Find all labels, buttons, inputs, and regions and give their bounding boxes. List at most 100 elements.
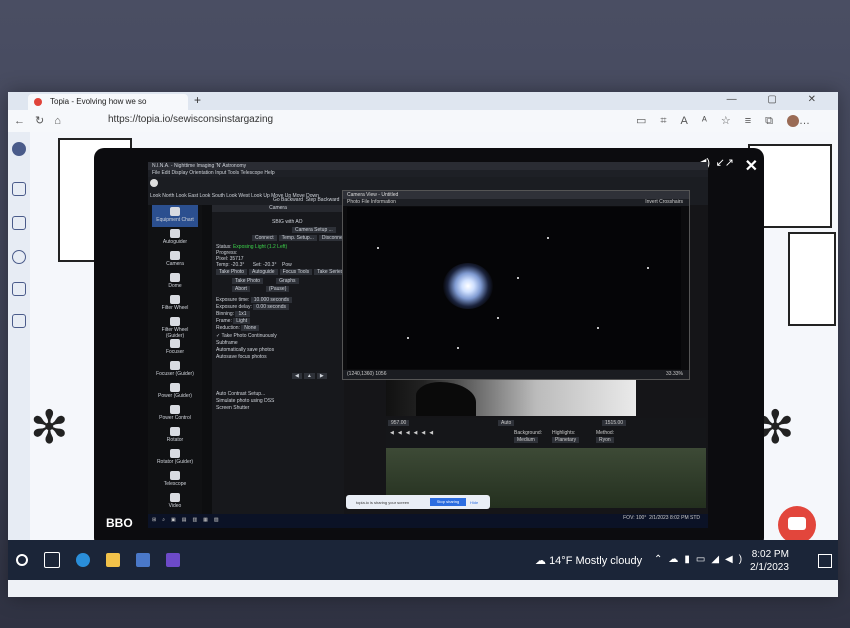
sidebar-item-focuser[interactable]: Focuser (152, 337, 198, 359)
simulate-checkbox[interactable]: Simulate photo using DSS (216, 398, 274, 404)
histogram[interactable] (386, 380, 636, 416)
exposure-delay-row[interactable]: Exposure delay: 0.00 seconds (216, 304, 291, 310)
remote-taskbar: ⊞⌕▣▤▥▦▧ FOV: 100° 2/1/2023 8:02 PM STD (148, 514, 708, 528)
hide-button[interactable]: Hide (470, 500, 478, 505)
background-select[interactable]: Medium (514, 437, 538, 443)
camera-view-tabs[interactable]: Photo File Information (343, 199, 689, 206)
sidebar-item-rotator-guider[interactable]: Rotator (Guider) (152, 447, 198, 469)
nudge-pad[interactable]: ◀ ▲ ▶ (292, 373, 329, 379)
brush-icon[interactable] (12, 282, 26, 296)
stretch-panel: 957.00 Auto 1515.00 ◀◀◀◀◀◀ Background: M… (386, 418, 706, 448)
sidebar-item-telescope[interactable]: Telescope (152, 469, 198, 491)
star (497, 317, 499, 319)
sidebar-item-autoguider[interactable]: Autoguider (152, 227, 198, 249)
app-menu[interactable]: File Edit Display Orientation Input Tool… (148, 170, 708, 177)
camera-setup-button[interactable]: Camera Setup ... (292, 227, 338, 233)
tab-title: Topia - Evolving how we so (50, 97, 147, 106)
cloud-icon: ☁ (535, 555, 546, 567)
focuser-icon (170, 361, 180, 370)
url-field[interactable]: https://topia.io/sewisconsinstargazing (108, 114, 273, 125)
take-continuously-checkbox[interactable]: ✓ Take Photo Continuously (216, 333, 277, 339)
binning-row[interactable]: Binning: 1x1 (216, 311, 252, 317)
close-icon[interactable]: ✕ (745, 156, 758, 176)
new-tab-button[interactable]: + (194, 93, 201, 107)
highlights-label: Highlights: (552, 430, 576, 436)
sidebar-item-video[interactable]: Video (152, 491, 198, 513)
highlights-select[interactable]: Planetary (552, 437, 580, 443)
notification-icon[interactable] (818, 554, 832, 568)
people-icon[interactable] (12, 216, 26, 230)
frame-row[interactable]: Frame: Light (216, 318, 252, 324)
sidebar-item-filter-wheel-guider[interactable]: Filter Wheel (Guider) (152, 315, 198, 339)
reduction-row[interactable]: Reduction: None (216, 325, 261, 331)
address-bar-row: ←↻⌂ https://topia.io/sewisconsinstargazi… (8, 110, 838, 133)
user-icon[interactable] (12, 142, 26, 156)
dome-icon (170, 273, 180, 282)
browser-tab[interactable]: Topia - Evolving how we so (28, 94, 188, 110)
sidebar-item-focuser-guider[interactable]: Focuser (Guider) (152, 359, 198, 381)
app-title: N.I.N.A. - Nighttime Imaging 'N' Astrono… (148, 162, 708, 170)
stretch-high[interactable]: 1515.00 (602, 420, 627, 426)
stretch-auto-button[interactable]: Auto (498, 420, 515, 426)
browser-toolbar-icons[interactable]: ▭⌗Aᴬ☆≡⧉… (636, 114, 824, 128)
sidebar-item-filter-wheel[interactable]: Filter Wheel (152, 293, 198, 315)
autoguider-icon (170, 229, 180, 238)
chat-button[interactable] (778, 506, 816, 544)
camera-name: SBIG with AO (272, 219, 303, 225)
exposure-time-row[interactable]: Exposure time: 10.000 seconds (216, 297, 294, 303)
method-select[interactable]: Ryon (596, 437, 614, 443)
autosave-focus-checkbox[interactable]: Autosave focus photos (216, 354, 267, 360)
camera-view-window: Camera View - Untitled Photo File Inform… (342, 190, 690, 380)
minimize-icon[interactable]: ↙↗ (716, 156, 734, 169)
camera-tabs[interactable]: Take Photo Autoguide Focus Tools Take Serie… (216, 269, 348, 275)
sidebar-item-power-control[interactable]: Power Control (152, 403, 198, 425)
system-tray[interactable]: ⌃☁▮▭◢◀) (654, 554, 748, 565)
globe-icon[interactable] (12, 250, 26, 264)
take-photo-row[interactable]: Take Photo Graphs (232, 278, 301, 284)
stop-sharing-button[interactable]: Stop sharing (430, 498, 466, 506)
sidebar-item-dome[interactable]: Dome (152, 271, 198, 293)
graphs-button: Graphs (276, 278, 299, 284)
look-north-icon[interactable] (150, 179, 158, 187)
mail-icon[interactable] (12, 182, 26, 196)
auto-contrast-button[interactable]: Auto Contrast Setup... (216, 391, 265, 397)
screen-shutter-checkbox[interactable]: Screen Shutter (216, 405, 249, 411)
toolbar-labels-2[interactable]: Go Backward Step Backward (273, 197, 339, 203)
camera-connect-row[interactable]: Connect Temp. Setup... Disconne (252, 235, 348, 241)
filter-wheel-icon (170, 317, 180, 326)
share-icon[interactable] (12, 314, 26, 328)
star (597, 327, 599, 329)
nav-icons[interactable]: ←↻⌂ (14, 114, 71, 127)
sidebar-item-camera[interactable]: Camera (152, 249, 198, 271)
camera-icon (170, 251, 180, 260)
profile-avatar[interactable] (787, 115, 799, 128)
stretch-nav-buttons[interactable]: ◀◀◀◀◀◀ (390, 430, 437, 436)
vertical-tabs[interactable] (202, 205, 212, 518)
telescope-icon (170, 471, 180, 480)
stretch-low[interactable]: 957.00 (388, 420, 410, 426)
remote-taskbar-icons[interactable]: ⊞⌕▣▤▥▦▧ (152, 517, 225, 523)
abort-button: Abort (232, 286, 250, 292)
sidebar-item-rotator[interactable]: Rotator (152, 425, 198, 447)
taskbar-clock[interactable]: 8:02 PM 2/1/2023 (750, 548, 789, 574)
power-icon (170, 405, 180, 414)
sidebar-item-equipment[interactable]: Equipment Chart (152, 205, 198, 227)
camera-view-options[interactable]: Invert Crosshairs (645, 199, 683, 206)
edge-icon (76, 553, 90, 567)
sidebar-item-power-guider[interactable]: Power (Guider) (152, 381, 198, 403)
sky-image (347, 207, 681, 369)
star (377, 247, 379, 249)
weather-widget[interactable]: ☁ 14°F Mostly cloudy (535, 554, 642, 567)
taskbar-icons[interactable] (16, 552, 196, 568)
camera-view-title: Camera View - Untitled (343, 191, 689, 199)
subframe-checkbox[interactable]: Subframe (216, 340, 238, 346)
abort-row[interactable]: Abort (Pause) (232, 286, 291, 292)
topia-left-rail (8, 132, 30, 555)
rotator-icon (170, 427, 180, 436)
nebula (443, 263, 493, 309)
tab-focus-tools: Focus Tools (279, 269, 313, 275)
autosave-checkbox[interactable]: Automatically save photos (216, 347, 274, 353)
camera-panel: Camera SBIG with AO Camera Setup ... Con… (212, 205, 347, 518)
window-controls[interactable]: — ▢ ✕ (727, 94, 830, 105)
remote-clock: FOV: 100° 2/1/2023 8:02 PM STD (623, 515, 700, 521)
